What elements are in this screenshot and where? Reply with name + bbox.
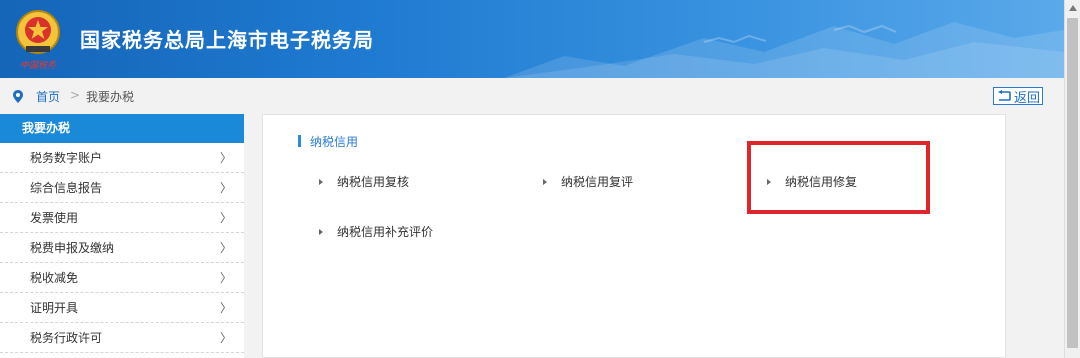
scroll-up-icon[interactable]: [1065, 0, 1080, 16]
sidebar-header[interactable]: 我要办税: [0, 114, 244, 143]
section-title: 纳税信用: [310, 135, 359, 149]
annotation-highlight-box: [747, 141, 930, 214]
sidebar-item-declaration[interactable]: 税费申报及缴纳 〉: [0, 233, 244, 263]
chevron-right-icon: 〉: [219, 271, 232, 285]
breadcrumb-current: 我要办税: [86, 90, 135, 104]
sidebar-item-label: 税收减免: [30, 271, 79, 285]
site-title: 国家税务总局上海市电子税务局: [80, 28, 374, 52]
sidebar-item-admin-permit[interactable]: 税务行政许可 〉: [0, 323, 244, 353]
chevron-right-icon: 〉: [219, 181, 232, 195]
sidebar-item-digital-account[interactable]: 税务数字账户 〉: [0, 143, 244, 173]
section-marker: [298, 135, 301, 147]
back-arrow-icon: [998, 90, 1011, 101]
sidebar-item-label: 证明开具: [30, 301, 79, 315]
sidebar-item-label: 税费申报及缴纳: [30, 241, 115, 255]
sidebar-item-label: 综合信息报告: [30, 181, 103, 195]
breadcrumb-separator: >: [70, 88, 81, 102]
sidebar: 我要办税 税务数字账户〉 综合信息报告〉 发票使用〉 税费申报及缴纳〉 税收减免…: [0, 114, 244, 358]
vertical-scrollbar[interactable]: [1064, 0, 1080, 358]
great-wall-background: [504, 22, 1064, 78]
site-header: 中国税务 国家税务总局上海市电子税务局: [0, 0, 1064, 78]
chevron-right-icon: 〉: [219, 331, 232, 345]
link-credit-review[interactable]: 纳税信用复核: [319, 173, 409, 190]
back-button[interactable]: 返回: [993, 87, 1043, 106]
emblem-signature: 中国税务: [19, 61, 56, 71]
bullet-icon: [543, 178, 547, 185]
breadcrumb-home-link[interactable]: 首页: [36, 88, 60, 105]
chevron-right-icon: 〉: [219, 301, 232, 315]
sidebar-item-label: 税务行政许可: [30, 331, 103, 345]
link-label: 纳税信用复评: [561, 175, 634, 189]
breadcrumb: 首页 > 我要办税 返回: [0, 78, 1064, 114]
tax-emblem-icon: [16, 10, 60, 54]
chevron-right-icon: 〉: [219, 211, 232, 225]
sidebar-item-info-report[interactable]: 综合信息报告 〉: [0, 173, 244, 203]
link-credit-supplementary[interactable]: 纳税信用补充评价: [319, 223, 433, 240]
location-pin-icon: [13, 90, 23, 103]
scroll-thumb[interactable]: [1067, 18, 1078, 348]
link-credit-reevaluation[interactable]: 纳税信用复评: [543, 173, 633, 190]
sidebar-item-invoice[interactable]: 发票使用 〉: [0, 203, 244, 233]
link-label: 纳税信用补充评价: [337, 225, 434, 239]
sidebar-item-certificate[interactable]: 证明开具 〉: [0, 293, 244, 323]
back-button-label: 返回: [1014, 90, 1041, 106]
sidebar-item-label: 税务数字账户: [30, 151, 103, 165]
chevron-right-icon: 〉: [219, 241, 232, 255]
bullet-icon: [319, 178, 323, 185]
sidebar-item-label: 发票使用: [30, 211, 79, 225]
chevron-right-icon: 〉: [219, 151, 232, 165]
bullet-icon: [319, 228, 323, 235]
link-label: 纳税信用复核: [337, 175, 410, 189]
sidebar-item-tax-relief[interactable]: 税收减免 〉: [0, 263, 244, 293]
